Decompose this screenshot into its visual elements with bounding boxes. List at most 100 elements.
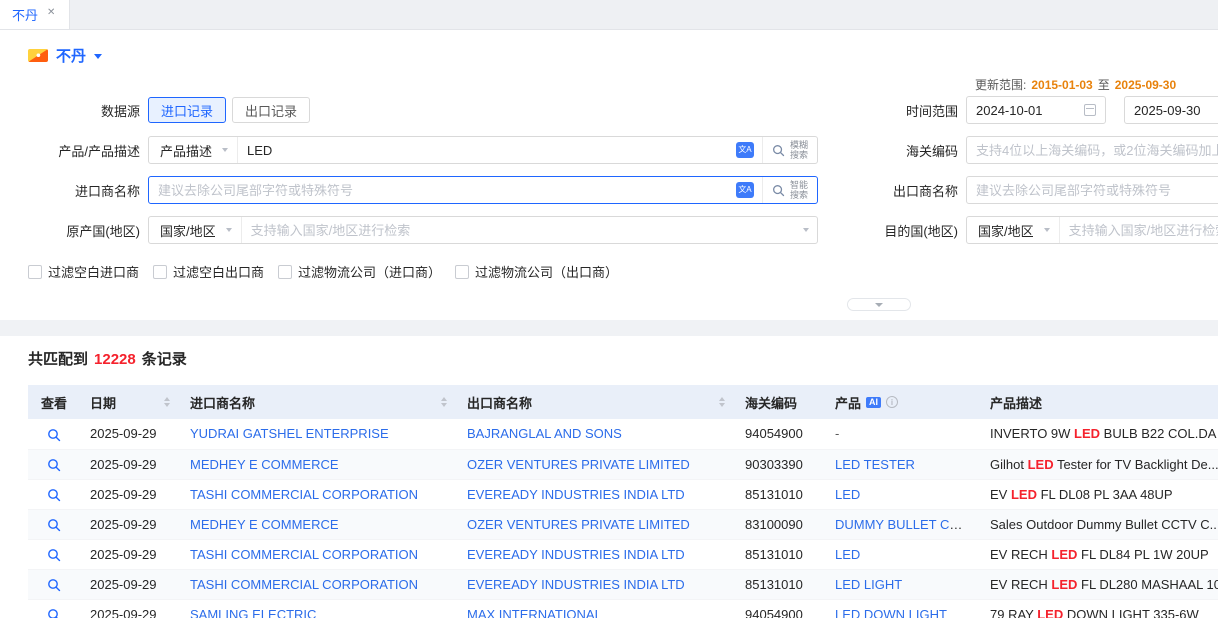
update-range-label: 更新范围: — [975, 76, 1026, 93]
importer-input-group: 智能 搜索 — [148, 176, 818, 204]
importer-link[interactable]: TASHI COMMERCIAL CORPORATION — [190, 487, 418, 502]
view-record-button[interactable] — [47, 488, 61, 502]
checkbox-icon[interactable] — [278, 265, 292, 279]
checkbox-icon[interactable] — [153, 265, 167, 279]
smart-search-label-2: 搜索 — [790, 190, 808, 200]
end-date-input[interactable]: 2025-09-30 — [1124, 96, 1218, 124]
calendar-icon — [1084, 104, 1096, 116]
origin-country-input[interactable] — [242, 217, 803, 243]
tab-label: 不丹 — [12, 5, 38, 24]
exporter-link[interactable]: EVEREADY INDUSTRIES INDIA LTD — [467, 547, 685, 562]
exporter-link[interactable]: OZER VENTURES PRIVATE LIMITED — [467, 517, 690, 532]
description-text: BULB B22 COL.DA ... — [1100, 426, 1218, 441]
destination-country-input[interactable] — [1060, 217, 1218, 243]
cell-date: 2025-09-29 — [80, 509, 180, 539]
chevron-down-icon[interactable] — [94, 54, 102, 59]
summary-suffix: 条记录 — [142, 348, 187, 369]
summary-prefix: 共匹配到 — [28, 348, 88, 369]
filter-checkbox-item[interactable]: 过滤空白进口商 — [28, 262, 139, 281]
description-highlight: LED — [1051, 577, 1077, 592]
importer-link[interactable]: MEDHEY E COMMERCE — [190, 457, 339, 472]
product-link[interactable]: LED — [835, 487, 860, 502]
description-highlight: LED — [1051, 547, 1077, 562]
importer-link[interactable]: TASHI COMMERCIAL CORPORATION — [190, 547, 418, 562]
column-importer-label: 进口商名称 — [190, 393, 255, 412]
chevron-down-icon — [226, 228, 232, 232]
product-link[interactable]: DUMMY BULLET CCTV... — [835, 517, 980, 532]
checkbox-icon[interactable] — [455, 265, 469, 279]
origin-type-select[interactable]: 国家/地区 — [149, 217, 242, 243]
product-input-group: 产品描述 模糊 搜索 — [148, 136, 818, 164]
cell-hs-code: 90303390 — [735, 449, 825, 479]
chevron-down-icon[interactable] — [803, 228, 809, 232]
product-link[interactable]: LED DOWN LIGHT — [835, 607, 947, 618]
view-record-button[interactable] — [47, 458, 61, 472]
product-link[interactable]: LED — [835, 547, 860, 562]
destination-label: 目的国(地区) — [818, 221, 958, 240]
view-record-button[interactable] — [47, 548, 61, 562]
translate-icon[interactable] — [736, 142, 754, 158]
customs-code-input[interactable] — [966, 136, 1218, 164]
info-icon[interactable] — [886, 396, 898, 408]
product-link[interactable]: - — [835, 426, 839, 441]
column-importer[interactable]: 进口商名称 — [180, 385, 457, 419]
exporter-link[interactable]: EVEREADY INDUSTRIES INDIA LTD — [467, 487, 685, 502]
import-records-toggle[interactable]: 进口记录 — [148, 97, 226, 123]
exporter-link[interactable]: MAX INTERNATIONAL — [467, 607, 602, 618]
product-link[interactable]: LED LIGHT — [835, 577, 902, 592]
translate-icon[interactable] — [736, 182, 754, 198]
description-text: DOWN LIGHT 335-6W — [1063, 607, 1199, 618]
importer-link[interactable]: MEDHEY E COMMERCE — [190, 517, 339, 532]
column-product-label: 产品 — [835, 393, 861, 412]
product-search-input[interactable] — [238, 137, 736, 163]
chevron-down-icon — [875, 303, 883, 307]
sort-icon[interactable] — [441, 397, 447, 407]
filter-panel: 更新范围: 2015-01-03 至 2025-09-30 数据源 进口记录 出… — [0, 70, 1218, 311]
description-text: EV RECH — [990, 547, 1051, 562]
description-highlight: LED — [1028, 457, 1054, 472]
exporter-link[interactable]: EVEREADY INDUSTRIES INDIA LTD — [467, 577, 685, 592]
destination-type-select[interactable]: 国家/地区 — [967, 217, 1060, 243]
view-record-button[interactable] — [47, 578, 61, 592]
start-date-input[interactable]: 2024-10-01 — [966, 96, 1106, 124]
importer-link[interactable]: TASHI COMMERCIAL CORPORATION — [190, 577, 418, 592]
product-link[interactable]: LED TESTER — [835, 457, 915, 472]
table-row: 2025-09-29 YUDRAI GATSHEL ENTERPRISE BAJ… — [28, 419, 1218, 449]
importer-input[interactable] — [149, 177, 736, 203]
filter-checkbox-item[interactable]: 过滤物流公司（出口商） — [455, 262, 618, 281]
product-type-select[interactable]: 产品描述 — [149, 137, 238, 163]
export-records-toggle[interactable]: 出口记录 — [232, 97, 310, 123]
sort-icon[interactable] — [164, 397, 170, 407]
exporter-link[interactable]: OZER VENTURES PRIVATE LIMITED — [467, 457, 690, 472]
exporter-input[interactable] — [966, 176, 1218, 204]
close-icon[interactable] — [47, 10, 57, 20]
filter-checkbox-item[interactable]: 过滤物流公司（进口商） — [278, 262, 441, 281]
view-record-button[interactable] — [47, 428, 61, 442]
origin-label: 原产国(地区) — [28, 221, 140, 240]
importer-link[interactable]: SAMLING ELECTRIC — [190, 607, 316, 618]
sort-icon[interactable] — [719, 397, 725, 407]
view-record-button[interactable] — [47, 608, 61, 618]
checkbox-icon[interactable] — [28, 265, 42, 279]
magnifier-icon — [47, 488, 61, 502]
smart-search-button[interactable]: 智能 搜索 — [762, 177, 817, 203]
tab-bhutan[interactable]: 不丹 — [0, 0, 70, 29]
customs-code-label: 海关编码 — [818, 141, 958, 160]
filter-checkbox-item[interactable]: 过滤空白出口商 — [153, 262, 264, 281]
page-header: 不丹 — [0, 30, 1218, 70]
column-exporter[interactable]: 出口商名称 — [457, 385, 735, 419]
table-row: 2025-09-29 TASHI COMMERCIAL CORPORATION … — [28, 539, 1218, 569]
update-range-start: 2015-01-03 — [1031, 78, 1092, 92]
fuzzy-search-label-1: 模糊 — [790, 140, 808, 150]
cell-description: 79 RAY LED DOWN LIGHT 335-6W — [980, 599, 1218, 618]
cell-description: EV LED FL DL08 PL 3AA 48UP — [980, 479, 1218, 509]
checkbox-label: 过滤物流公司（进口商） — [298, 262, 441, 281]
exporter-link[interactable]: BAJRANGLAL AND SONS — [467, 426, 622, 441]
collapse-panel-button[interactable] — [847, 298, 911, 311]
column-date[interactable]: 日期 — [80, 385, 180, 419]
importer-link[interactable]: YUDRAI GATSHEL ENTERPRISE — [190, 426, 389, 441]
cell-date: 2025-09-29 — [80, 599, 180, 618]
fuzzy-search-button[interactable]: 模糊 搜索 — [762, 137, 817, 163]
view-record-button[interactable] — [47, 518, 61, 532]
column-description: 产品描述 — [980, 385, 1218, 419]
